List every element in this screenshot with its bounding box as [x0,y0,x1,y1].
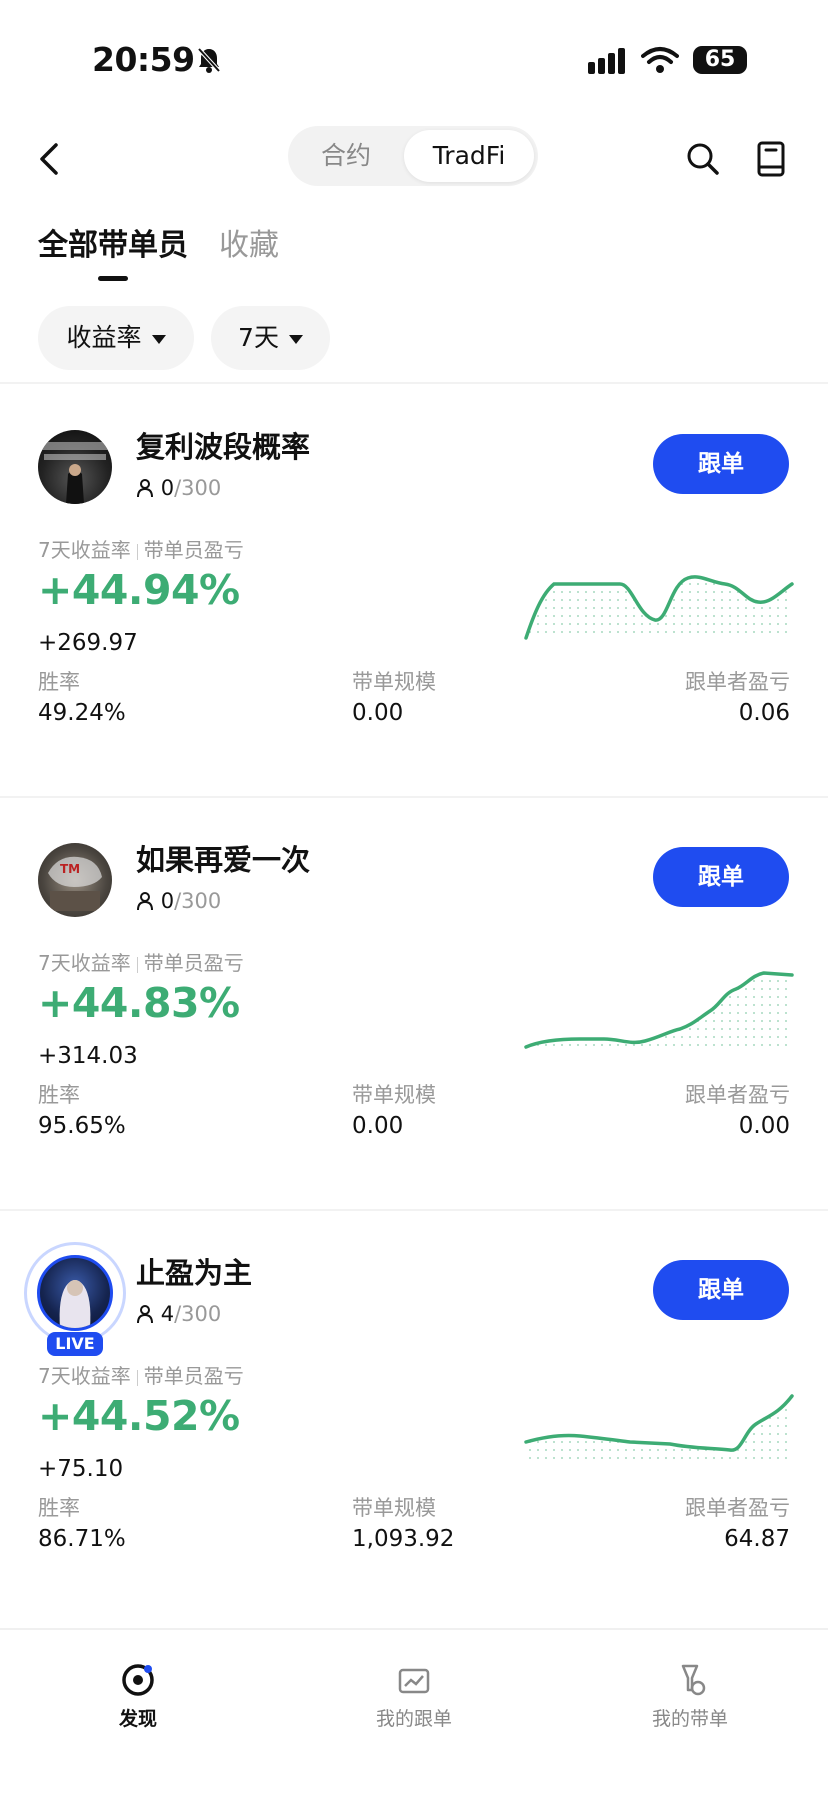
trader-card[interactable]: LIVE 止盈为主 4/300 跟单 7天收益率 带单员盈亏 +44.52% +7… [0,1210,828,1622]
roi-sparkline [524,575,794,640]
win-rate-value: 95.65% [38,1113,126,1139]
nav-my-lead-label: 我的带单 [651,1708,728,1730]
follow-button[interactable]: 跟单 [653,434,789,494]
pnl-label: 带单员盈亏 [143,1364,244,1388]
win-rate-label: 胜率 [38,670,80,694]
avatar[interactable] [37,1255,113,1331]
segment-tradfi[interactable]: TradFi [404,130,534,182]
trader-name[interactable]: 复利波段概率 [136,424,310,466]
caret-down-icon [151,334,166,344]
roi-value: +44.83% [38,979,240,1027]
followers-current: 0 [160,889,175,913]
battery-indicator: 65 [693,46,747,74]
nav-my-lead[interactable]: 我的带单 [590,1662,790,1731]
follower-pnl-value: 64.87 [724,1526,790,1552]
followers-max: /300 [174,1302,222,1326]
roi-value: +44.94% [38,566,240,614]
trader-name[interactable]: 如果再爱一次 [136,837,310,879]
roi-sparkline [524,1394,794,1464]
win-rate-label: 胜率 [38,1083,80,1107]
pnl-label: 带单员盈亏 [143,951,244,975]
caret-down-icon [288,334,303,344]
scale-label: 带单规模 [352,1083,436,1107]
win-rate-label: 胜率 [38,1496,80,1520]
roi-label: 7天收益率 [38,538,131,562]
avatar[interactable]: TM [38,843,112,917]
user-icon [137,1305,153,1324]
tab-indicator [98,276,128,281]
scale-value: 0.00 [352,1113,404,1139]
win-rate-value: 86.71% [38,1526,126,1552]
market-switch: 合约 TradFi [288,126,538,186]
nav-my-copy-label: 我的跟单 [375,1708,452,1730]
avatar-image [38,442,112,504]
discover-icon [122,1664,154,1696]
wifi-icon [641,47,679,73]
bell-off-icon [197,47,221,73]
follower-count: 4/300 [136,1302,221,1326]
sort-filter[interactable]: 收益率 [38,306,194,370]
followers-max: /300 [174,476,222,500]
trader-card[interactable]: TM 如果再爱一次 0/300 跟单 7天收益率 带单员盈亏 +44.83% +3… [0,797,828,1209]
scale-label: 带单规模 [352,1496,436,1520]
follower-pnl-value: 0.06 [738,700,790,726]
pnl-value: +75.10 [38,1456,124,1482]
search-icon[interactable] [686,142,720,176]
signal-icon [588,48,625,74]
tab-favorites[interactable]: 收藏 [219,220,279,264]
followers-current: 4 [160,1302,175,1326]
chart-icon [398,1668,430,1694]
metric-label: 7天收益率 带单员盈亏 [38,534,244,563]
metric-label: 7天收益率 带单员盈亏 [38,947,244,976]
avatar-image: TM [48,856,102,911]
scale-value: 0.00 [352,700,404,726]
period-filter-label: 7天 [238,323,279,352]
trader-card[interactable]: 复利波段概率 0/300 跟单 7天收益率 带单员盈亏 +44.94% +269.… [0,384,828,796]
follower-pnl-value: 0.00 [738,1113,790,1139]
roi-label: 7天收益率 [38,951,131,975]
metric-label: 7天收益率 带单员盈亏 [38,1360,244,1389]
follow-button[interactable]: 跟单 [653,1260,789,1320]
pnl-value: +269.97 [38,630,138,656]
back-icon[interactable] [38,142,60,176]
sort-filter-label: 收益率 [66,323,142,352]
book-icon[interactable] [756,141,786,177]
roi-value: +44.52% [38,1392,240,1440]
live-badge: LIVE [47,1332,103,1356]
roi-label: 7天收益率 [38,1364,131,1388]
follower-count: 0/300 [136,476,221,500]
trader-name[interactable]: 止盈为主 [136,1250,252,1292]
tab-all-traders[interactable]: 全部带单员 [38,220,188,264]
user-icon [137,479,153,498]
scale-label: 带单规模 [352,670,436,694]
followers-current: 0 [160,476,175,500]
flask-icon [681,1664,706,1696]
segment-contract[interactable]: 合约 [294,130,398,182]
avatar-image [59,1280,91,1328]
pnl-value: +314.03 [38,1043,138,1069]
svg-text:TM: TM [60,862,80,876]
bottom-nav: 发现 我的跟单 我的带单 [0,1628,828,1802]
follower-pnl-label: 跟单者盈亏 [685,1496,790,1520]
avatar[interactable] [38,430,112,504]
pnl-label: 带单员盈亏 [143,538,244,562]
followers-max: /300 [174,889,222,913]
follow-button[interactable]: 跟单 [653,847,789,907]
follower-pnl-label: 跟单者盈亏 [685,1083,790,1107]
win-rate-value: 49.24% [38,700,126,726]
roi-sparkline [524,971,794,1051]
status-time: 20:59 [92,40,195,79]
user-icon [137,892,153,911]
scale-value: 1,093.92 [352,1526,455,1552]
nav-my-copy[interactable]: 我的跟单 [314,1662,514,1731]
follower-count: 0/300 [136,889,221,913]
follower-pnl-label: 跟单者盈亏 [685,670,790,694]
nav-discover-label: 发现 [118,1708,157,1730]
period-filter[interactable]: 7天 [211,306,330,370]
nav-discover[interactable]: 发现 [38,1662,238,1731]
